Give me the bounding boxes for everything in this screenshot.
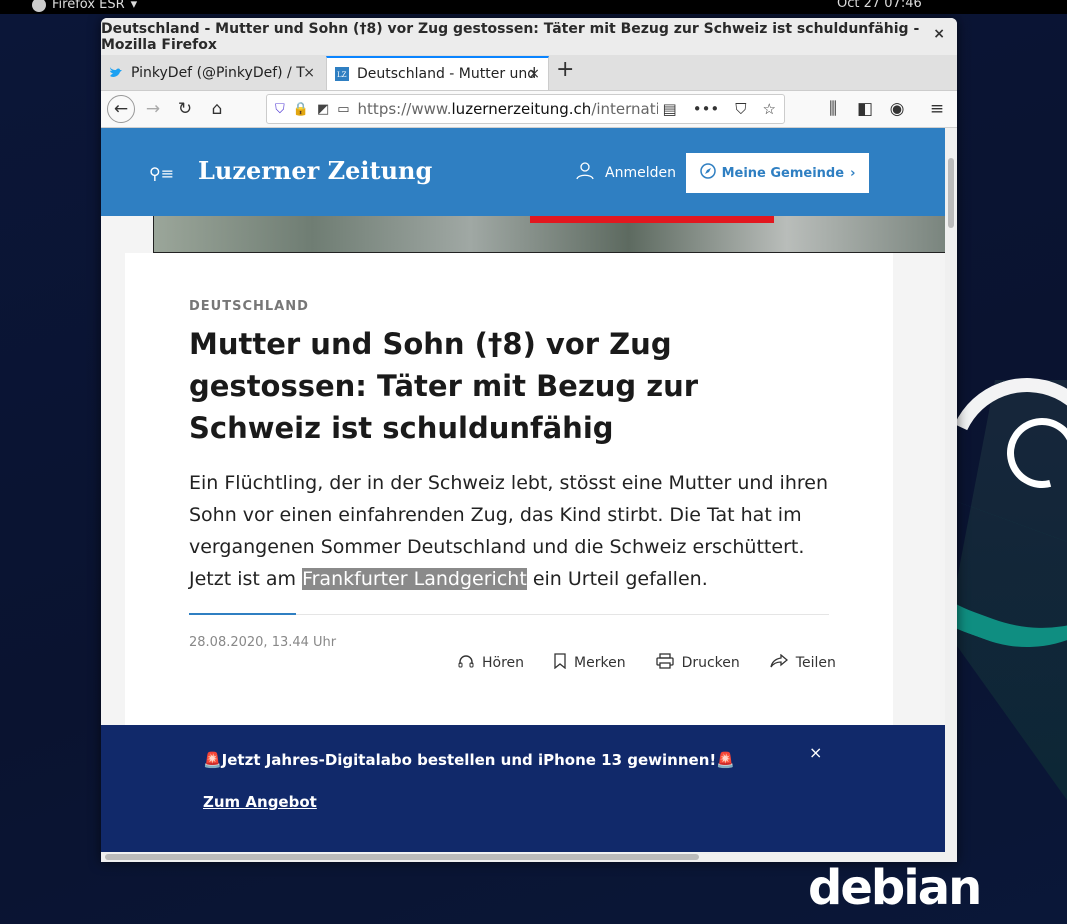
navigation-toolbar: ← → ↻ ⌂ ⛉ 🔒 ◩ ▭ https://www.luzernerzeit… [101,91,957,128]
article-kicker[interactable]: DEUTSCHLAND [189,299,309,314]
lead-text-end: ein Urteil gefallen. [526,568,708,590]
bookmark-star-icon[interactable]: ☆ [763,100,776,118]
search-menu-icon[interactable]: ⚲≡ [149,164,174,183]
tab-close-icon[interactable]: × [303,65,315,81]
clock[interactable]: Oct 27 07:46 [837,0,922,10]
chevron-right-icon: › [850,165,856,181]
bookmark-button[interactable]: Merken [554,653,626,673]
pocket-icon[interactable]: ⛉ [735,100,746,118]
tab-bar: PinkyDef (@PinkyDef) / T × LZ Deutschlan… [101,55,957,91]
url-host: luzernerzeitung.ch [451,100,592,118]
login-link[interactable]: Anmelden [575,162,676,184]
share-arrow-icon [770,653,788,672]
print-label: Drucken [681,655,740,671]
tab-twitter[interactable]: PinkyDef (@PinkyDef) / T × [101,56,323,90]
browser-window: Deutschland - Mutter und Sohn (†8) vor Z… [101,18,957,862]
url-prefix: https://www. [357,100,452,118]
site-header: ⚲≡ Luzerner Zeitung Anmelden Meine Gemei… [101,128,945,216]
forward-button[interactable]: → [139,95,167,123]
promo-close-button[interactable]: × [809,743,822,762]
permissions-icon[interactable]: ◩ [317,102,329,117]
article-date: 28.08.2020, 13.44 Uhr [189,635,337,650]
url-bar[interactable]: ⛉ 🔒 ◩ ▭ https://www.luzernerzeitung.ch/i… [266,94,785,124]
window-title: Deutschland - Mutter und Sohn (†8) vor Z… [101,20,920,53]
scrollbar-thumb[interactable] [105,854,699,860]
window-titlebar[interactable]: Deutschland - Mutter und Sohn (†8) vor Z… [101,18,957,55]
lead-highlighted-text: Frankfurter Landgericht [302,568,527,590]
url-security-icons: ⛉ 🔒 ◩ ▭ [267,102,358,117]
home-button[interactable]: ⌂ [203,95,231,123]
lock-icon[interactable]: 🔒 [293,102,309,117]
promo-link[interactable]: Zum Angebot [203,793,317,811]
listen-button[interactable]: Hören [458,653,524,673]
tab-label: PinkyDef (@PinkyDef) / T [131,65,305,81]
reload-button[interactable]: ↻ [171,95,199,123]
window-close-button[interactable]: × [933,26,945,42]
firefox-icon [32,0,46,12]
debian-logo: debian [808,860,982,916]
back-button[interactable]: ← [107,95,135,123]
activities-app-menu[interactable]: Firefox ESR ▾ [32,0,137,12]
shield-icon[interactable]: ⛉ [275,102,285,117]
ad-red-bar [530,216,774,223]
system-top-bar: Firefox ESR ▾ Oct 27 07:46 [0,0,1067,14]
divider-accent [189,613,296,615]
share-label: Teilen [795,655,836,671]
login-label: Anmelden [605,165,676,181]
promo-text: 🚨Jetzt Jahres-Digitalabo bestellen und i… [203,751,735,769]
article-actions: Hören Merken Drucken Teilen [458,653,836,673]
svg-text:LZ: LZ [337,71,347,79]
article-headline: Mutter und Sohn (†8) vor Zug gestossen: … [189,327,699,445]
vertical-scrollbar[interactable] [945,128,957,852]
home-icon: ⌂ [211,99,223,119]
listen-label: Hören [482,655,525,671]
page-content: ⚲≡ Luzerner Zeitung Anmelden Meine Gemei… [101,128,945,852]
print-button[interactable]: Drucken [655,653,740,673]
lz-favicon-icon: LZ [335,67,349,81]
arrow-left-icon: ← [113,99,129,119]
app-name: Firefox ESR [52,0,125,12]
library-button[interactable]: ⫼ [819,95,847,123]
bookmark-label: Merken [574,655,626,671]
promo-banner: 🚨Jetzt Jahres-Digitalabo bestellen und i… [101,725,945,852]
new-tab-button[interactable]: + [556,57,574,82]
sidebar-button[interactable]: ◧ [851,95,879,123]
arrow-right-icon: → [145,99,161,119]
reader-view-icon[interactable]: ▤ [663,100,677,118]
app-menu-button[interactable]: ≡ [923,95,951,123]
chevron-down-icon: ▾ [130,0,138,12]
account-icon: ◉ [889,99,905,119]
url-text: https://www.luzernerzeitung.ch/internati… [358,100,658,118]
library-icon: ⫼ [829,99,837,119]
meine-gemeinde-button[interactable]: Meine Gemeinde › [686,153,869,193]
headphones-icon [458,654,474,672]
bookmark-icon [554,653,566,673]
tab-label: Deutschland - Mutter und [357,66,537,82]
url-path: /internatio [591,100,657,118]
page-actions-button[interactable]: ••• [693,100,720,118]
compass-icon [699,163,716,183]
url-right-icons: ▤ ••• ⛉ ☆ [663,100,776,118]
scrollbar-thumb[interactable] [948,158,954,228]
notification-icon[interactable]: ▭ [337,102,349,117]
account-button[interactable]: ◉ [883,95,911,123]
printer-icon [655,653,674,673]
site-logo[interactable]: Luzerner Zeitung [198,156,432,185]
hamburger-menu-icon: ≡ [929,99,945,119]
article-lead: Ein Flüchtling, der in der Schweiz lebt,… [189,467,839,595]
tab-luzernerzeitung[interactable]: LZ Deutschland - Mutter und × [326,56,549,90]
user-icon [575,162,595,184]
twitter-bird-icon [109,66,123,80]
reload-icon: ↻ [177,99,193,119]
sidebar-icon: ◧ [856,99,874,119]
gemeinde-label: Meine Gemeinde [721,165,845,181]
share-button[interactable]: Teilen [770,653,836,673]
ad-banner-image[interactable] [153,216,945,253]
tab-close-icon[interactable]: × [528,66,540,82]
